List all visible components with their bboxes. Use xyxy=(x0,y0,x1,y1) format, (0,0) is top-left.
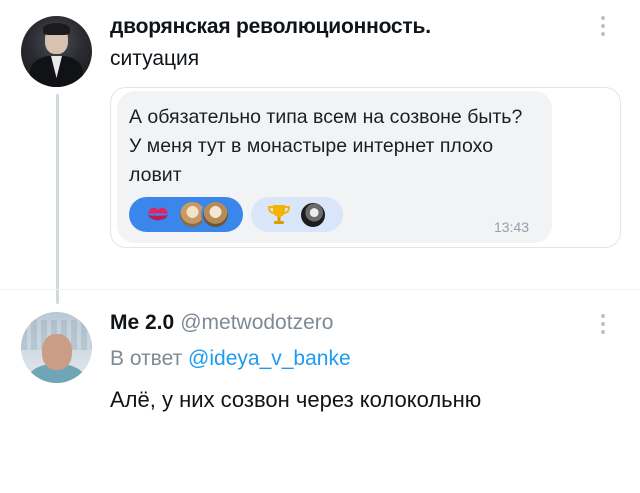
author-handle[interactable]: @metwodotzero xyxy=(180,311,333,334)
avatar[interactable] xyxy=(21,312,92,383)
tweet-header: Me 2.0 @metwodotzero xyxy=(110,311,333,335)
more-options-icon[interactable] xyxy=(600,14,606,38)
message-timestamp: 13:43 xyxy=(494,219,530,235)
reply-context: В ответ @ideya_v_banke xyxy=(110,347,351,371)
author-name[interactable]: дворянская революционность. xyxy=(110,15,431,39)
kiss-mark-icon xyxy=(148,207,168,221)
reaction-trophy[interactable] xyxy=(251,197,343,232)
tweet-text: Алё, у них созвон через колокольню xyxy=(110,387,482,412)
thread-connector-line xyxy=(56,94,59,304)
tweet-text: ситуация xyxy=(110,47,200,70)
reaction-kiss[interactable] xyxy=(129,197,243,232)
reactor-avatar xyxy=(201,200,230,229)
reactor-avatar xyxy=(299,201,327,229)
author-name[interactable]: Me 2.0 xyxy=(110,311,174,334)
reply-prefix: В ответ xyxy=(110,347,183,370)
avatar[interactable] xyxy=(21,16,92,87)
trophy-icon xyxy=(267,205,291,224)
divider xyxy=(0,289,640,290)
chat-message-text: А обязательно типа всем на созвоне быть?… xyxy=(129,106,523,186)
reply-to-handle-link[interactable]: @ideya_v_banke xyxy=(188,347,351,370)
more-options-icon[interactable] xyxy=(600,312,606,336)
